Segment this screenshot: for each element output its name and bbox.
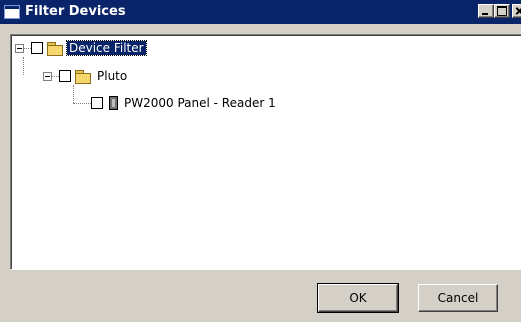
title-bar: Filter Devices — [0, 0, 521, 24]
reader-icon — [109, 96, 118, 110]
folder-icon — [47, 41, 63, 56]
ok-button[interactable]: OK — [317, 283, 399, 313]
reader-checkbox[interactable] — [91, 97, 103, 109]
pluto-checkbox[interactable] — [59, 70, 71, 82]
collapse-icon[interactable] — [15, 43, 24, 53]
window-icon — [4, 5, 20, 19]
close-button[interactable] — [512, 4, 521, 18]
tree-connector-line — [24, 47, 31, 49]
cancel-button[interactable]: Cancel — [418, 284, 498, 312]
tree-node-label[interactable]: Pluto — [95, 69, 129, 83]
folder-icon — [75, 69, 91, 84]
tree-node-label[interactable]: PW2000 Panel - Reader 1 — [122, 96, 278, 110]
tree-node-device-filter[interactable]: Device Filter — [15, 39, 147, 57]
tree-connector-line — [52, 75, 59, 77]
tree-connector-line — [73, 102, 91, 104]
collapse-icon[interactable] — [43, 71, 52, 81]
tree-node-pluto[interactable]: Pluto — [43, 67, 129, 85]
device-tree[interactable]: Device Filter Pluto PW2000 Panel - Reade… — [10, 34, 521, 270]
device-filter-checkbox[interactable] — [31, 42, 43, 54]
tree-node-label[interactable]: Device Filter — [66, 40, 147, 56]
tree-connector-line — [23, 57, 24, 75]
maximize-button[interactable] — [494, 4, 510, 18]
tree-node-reader[interactable]: PW2000 Panel - Reader 1 — [73, 94, 278, 112]
window-title: Filter Devices — [25, 4, 126, 19]
minimize-button[interactable] — [478, 4, 494, 18]
